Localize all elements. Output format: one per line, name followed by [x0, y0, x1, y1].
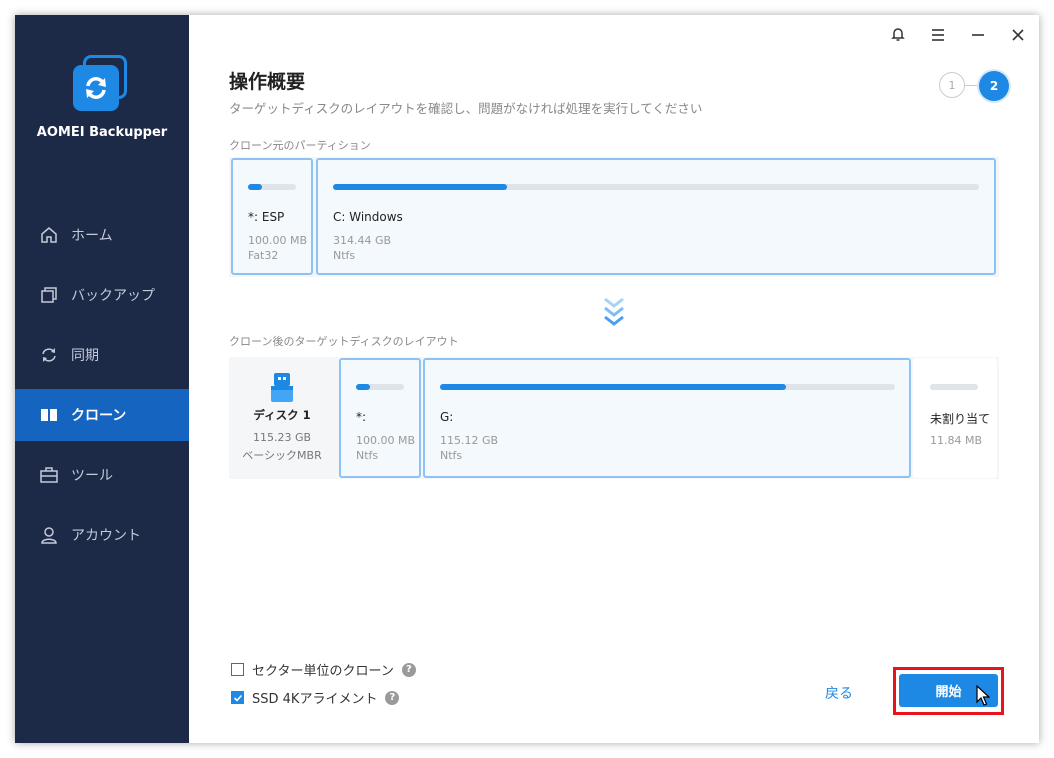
source-section-label: クローン元のパーティション — [229, 139, 371, 152]
ssd-align-option[interactable]: SSD 4Kアライメント ? — [231, 688, 400, 707]
minimize-icon — [971, 27, 985, 46]
usage-bar — [440, 384, 895, 390]
chevron-down-icon — [602, 296, 626, 332]
target-section-label: クローン後のターゲットディスクのレイアウト — [229, 335, 459, 348]
menu-button[interactable] — [927, 25, 949, 47]
usage-bar — [248, 184, 296, 190]
nav-item-account[interactable]: アカウント — [15, 509, 189, 561]
usage-fill — [333, 184, 508, 190]
usage-fill — [248, 184, 263, 190]
partition-size: 11.84 MB — [930, 434, 983, 447]
help-icon[interactable]: ? — [401, 662, 416, 677]
partition-size: 100.00 MB — [248, 234, 308, 247]
menu-icon — [931, 27, 945, 46]
nav-item-backup[interactable]: バックアップ — [15, 269, 189, 321]
partition-filesystem: Fat32 — [248, 249, 279, 262]
target-disk-row: ディスク 1 115.23 GB ベーシックMBR *: 100.00 MB N… — [229, 357, 999, 479]
app-window: AOMEI Backupper ホーム バックアップ 同期 クローン ツール ア… — [15, 15, 1039, 743]
close-icon — [1011, 27, 1025, 46]
app-logo-icon — [73, 55, 131, 113]
sync-icon — [39, 345, 59, 365]
partition-filesystem: Ntfs — [440, 449, 463, 462]
partition-size: 314.44 GB — [333, 234, 392, 247]
partition-size: 115.12 GB — [440, 434, 499, 447]
partition-name: C: Windows — [333, 210, 403, 224]
disk-name: ディスク 1 — [253, 408, 311, 422]
partition-size: 100.00 MB — [356, 434, 416, 447]
checkmark-icon — [233, 694, 242, 702]
home-icon — [39, 225, 59, 245]
partition-name: *: — [356, 410, 367, 424]
tools-icon — [39, 465, 59, 485]
backup-icon — [39, 285, 59, 305]
step-indicator: 1 2 — [939, 71, 1011, 101]
help-icon[interactable]: ? — [385, 690, 400, 705]
page-subtitle: ターゲットディスクのレイアウトを確認し、問題がなければ処理を実行してください — [229, 101, 703, 116]
ssd-align-label: SSD 4Kアライメント — [252, 692, 378, 707]
target-partition-g[interactable]: G: 115.12 GB Ntfs — [423, 358, 911, 478]
partition-name: *: ESP — [248, 210, 285, 224]
nav-item-label: アカウント — [71, 528, 141, 544]
back-button[interactable]: 戻る — [825, 683, 853, 703]
page-title: 操作概要 — [229, 71, 306, 93]
sector-clone-checkbox[interactable] — [231, 663, 244, 676]
close-button[interactable] — [1007, 25, 1029, 47]
partition-filesystem: Ntfs — [356, 449, 379, 462]
usage-bar — [333, 184, 979, 190]
usage-bar — [356, 384, 404, 390]
nav-item-label: バックアップ — [71, 288, 155, 304]
clone-icon — [39, 405, 59, 425]
step-1: 1 — [939, 72, 965, 98]
partition-name: 未割り当て — [930, 412, 991, 426]
source-disk-row: *: ESP 100.00 MB Fat32 C: Windows 314.44… — [229, 157, 999, 277]
source-partition-c[interactable]: C: Windows 314.44 GB Ntfs — [316, 158, 996, 275]
usage-bar — [930, 384, 978, 390]
step-connector — [965, 85, 979, 86]
nav-item-label: ツール — [71, 468, 113, 484]
sector-clone-option[interactable]: セクター単位のクローン ? — [231, 660, 416, 679]
mouse-cursor-icon — [976, 684, 991, 711]
sector-clone-label: セクター単位のクローン — [252, 664, 394, 679]
nav-item-label: ホーム — [71, 228, 113, 244]
ssd-align-checkbox[interactable] — [231, 691, 244, 704]
usage-fill — [356, 384, 371, 390]
account-icon — [39, 525, 59, 545]
target-partition-esp[interactable]: *: 100.00 MB Ntfs — [339, 358, 421, 478]
nav-item-tools[interactable]: ツール — [15, 449, 189, 501]
nav-item-sync[interactable]: 同期 — [15, 329, 189, 381]
nav-item-clone[interactable]: クローン — [15, 389, 189, 441]
minimize-button[interactable] — [967, 25, 989, 47]
usage-fill — [440, 384, 786, 390]
disk-type: ベーシックMBR — [242, 449, 322, 462]
partition-filesystem: Ntfs — [333, 249, 356, 262]
source-partition-esp[interactable]: *: ESP 100.00 MB Fat32 — [231, 158, 313, 275]
target-disk-info: ディスク 1 115.23 GB ベーシックMBR — [229, 357, 335, 479]
disk-size: 115.23 GB — [252, 431, 312, 444]
nav-item-label: 同期 — [71, 348, 99, 364]
nav-item-home[interactable]: ホーム — [15, 209, 189, 261]
bell-icon — [890, 26, 906, 46]
step-2-active: 2 — [979, 71, 1009, 101]
app-name: AOMEI Backupper — [36, 125, 168, 140]
usb-drive-icon — [270, 372, 294, 408]
sidebar: AOMEI Backupper ホーム バックアップ 同期 クローン ツール ア… — [15, 15, 189, 743]
notification-button[interactable] — [887, 25, 909, 47]
target-unallocated[interactable]: 未割り当て 11.84 MB — [913, 358, 997, 478]
partition-name: G: — [440, 410, 454, 424]
nav-item-label: クローン — [71, 408, 127, 424]
